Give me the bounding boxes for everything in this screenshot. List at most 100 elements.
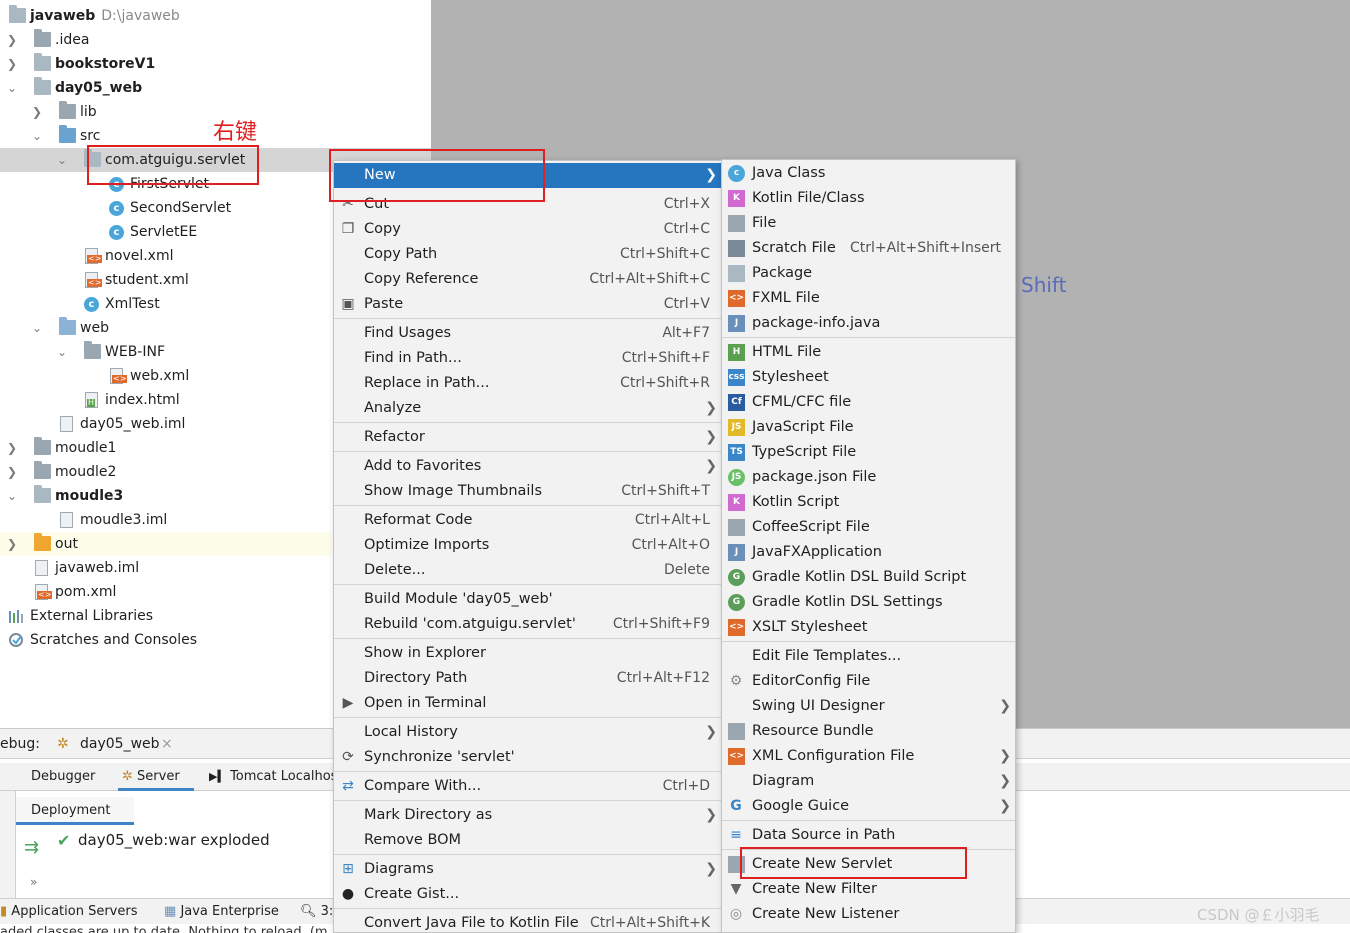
tree-item-label: XmlTest [105, 296, 160, 312]
submenu-item-fxml-file[interactable]: <> FXML File [722, 286, 1015, 311]
submenu-item-google-guice[interactable]: G Google Guice ❯ [722, 794, 1015, 819]
menu-item-refactor[interactable]: Refactor ❯ [334, 425, 721, 450]
menu-item-mark-directory[interactable]: Mark Directory as ❯ [334, 803, 721, 828]
tool-tab-find[interactable]: 🔍︎ 3: [300, 899, 333, 925]
chevron-right-icon: ❯ [999, 798, 1011, 814]
menu-item-remove-bom[interactable]: Remove BOM [334, 828, 721, 853]
chevron-down-icon[interactable]: ⌄ [55, 148, 69, 172]
submenu-item-label: Google Guice [752, 798, 850, 814]
chevron-right-icon[interactable]: ❯ [5, 28, 19, 52]
tree-item-out[interactable]: ❯ out [0, 532, 332, 556]
submenu-item-html-file[interactable]: H HTML File [722, 340, 1015, 365]
chevron-down-icon[interactable]: ⌄ [5, 76, 19, 100]
menu-item-copy[interactable]: ❐ Copy Ctrl+C [334, 217, 721, 242]
submenu-item-cfml[interactable]: Cf CFML/CFC file [722, 390, 1015, 415]
menu-item-local-history[interactable]: Local History ❯ [334, 720, 721, 745]
menu-item-directory-path[interactable]: Directory Path Ctrl+Alt+F12 [334, 666, 721, 691]
submenu-item-javascript-file[interactable]: JS JavaScript File [722, 415, 1015, 440]
chevron-down-icon[interactable]: ⌄ [5, 484, 19, 508]
chevron-right-icon[interactable]: ❯ [5, 460, 19, 484]
tab-deployment[interactable]: Deployment [16, 797, 134, 825]
more-icon[interactable]: » [30, 875, 37, 889]
submenu-item-kotlin-script[interactable]: K Kotlin Script [722, 490, 1015, 515]
menu-item-create-gist[interactable]: ● Create Gist... [334, 882, 721, 907]
submenu-item-resource-bundle[interactable]: Resource Bundle [722, 719, 1015, 744]
submenu-item-package-info[interactable]: Jpackage-info.java [722, 311, 1015, 336]
submenu-item-typescript-file[interactable]: TS TypeScript File [722, 440, 1015, 465]
menu-item-compare-with[interactable]: ⇄ Compare With... Ctrl+D [334, 774, 721, 799]
tab-debugger[interactable]: Debugger [31, 763, 95, 791]
submenu-item-create-filter[interactable]: ▼ Create New Filter [722, 877, 1015, 902]
xml-file-icon [85, 272, 103, 288]
submenu-item-diagram[interactable]: Diagram ❯ [722, 769, 1015, 794]
menu-item-open-in-terminal[interactable]: ▶ Open in Terminal [334, 691, 721, 716]
submenu-item-xml-config[interactable]: <> XML Configuration File ❯ [722, 744, 1015, 769]
menu-item-rebuild[interactable]: Rebuild 'com.atguigu.servlet' Ctrl+Shift+… [334, 612, 721, 637]
tree-root[interactable]: javaweb D:\javaweb [0, 4, 431, 28]
menu-item-reformat-code[interactable]: Reformat Code Ctrl+Alt+L [334, 508, 721, 533]
annotation-right-click-text: 右键 [213, 120, 258, 145]
chevron-right-icon[interactable]: ❯ [5, 436, 19, 460]
menu-item-find-usages[interactable]: Find Usages Alt+F7 [334, 321, 721, 346]
submenu-item-editorconfig[interactable]: ⚙ EditorConfig File [722, 669, 1015, 694]
tab-server[interactable]: ✲ Server [118, 763, 194, 791]
tree-item-day05-web[interactable]: ⌄ day05_web [0, 76, 431, 100]
menu-item-copy-reference[interactable]: Copy Reference Ctrl+Alt+Shift+C [334, 267, 721, 292]
submenu-item-scratch-file[interactable]: Scratch File Ctrl+Alt+Shift+Insert [722, 236, 1015, 261]
deploy-icon[interactable]: ⇉ [24, 837, 39, 858]
submenu-item-label: Scratch File [752, 240, 836, 256]
chevron-right-icon[interactable]: ❯ [5, 52, 19, 76]
submenu-item-java-class[interactable]: c Java Class [722, 161, 1015, 186]
submenu-item-stylesheet[interactable]: css Stylesheet [722, 365, 1015, 390]
menu-item-find-in-path[interactable]: Find in Path... Ctrl+Shift+F [334, 346, 721, 371]
submenu-item-create-listener[interactable]: ◎ Create New Listener [722, 902, 1015, 927]
tree-item-bookstore[interactable]: ❯ bookstoreV1 [0, 52, 431, 76]
menu-item-convert-kotlin[interactable]: Convert Java File to Kotlin File Ctrl+Alt… [334, 911, 721, 933]
submenu-item-kotlin-file[interactable]: K Kotlin File/Class [722, 186, 1015, 211]
submenu-item-gradle-build[interactable]: G Gradle Kotlin DSL Build Script [722, 565, 1015, 590]
submenu-item-gradle-settings[interactable]: G Gradle Kotlin DSL Settings [722, 590, 1015, 615]
menu-item-delete[interactable]: Delete... Delete [334, 558, 721, 583]
submenu-item-edit-templates[interactable]: Edit File Templates... [722, 644, 1015, 669]
submenu-item-xslt[interactable]: <> XSLT Stylesheet [722, 615, 1015, 640]
menu-item-copy-path[interactable]: Copy Path Ctrl+Shift+C [334, 242, 721, 267]
tool-tab-java-enterprise[interactable]: ▦ Java Enterprise [164, 899, 279, 925]
submenu-item-file[interactable]: File [722, 211, 1015, 236]
annotation-box-package [87, 145, 259, 185]
menu-item-add-to-favorites[interactable]: Add to Favorites ❯ [334, 454, 721, 479]
menu-item-synchronize[interactable]: ⟳ Synchronize 'servlet' [334, 745, 721, 770]
tree-item-idea[interactable]: ❯ .idea [0, 28, 431, 52]
menu-item-shortcut: Ctrl+V [663, 296, 710, 312]
tool-tab-app-servers[interactable]: ▮ Application Servers [0, 899, 137, 925]
menu-item-shortcut: Ctrl+Alt+O [631, 537, 710, 553]
submenu-item-coffeescript[interactable]: CoffeeScript File [722, 515, 1015, 540]
menu-item-optimize-imports[interactable]: Optimize Imports Ctrl+Alt+O [334, 533, 721, 558]
chevron-down-icon[interactable]: ⌄ [30, 124, 44, 148]
kotlin-file-icon: K [728, 190, 745, 207]
tool-tab-label: 3: [320, 904, 334, 919]
menu-item-label: Show Image Thumbnails [364, 483, 543, 499]
menu-item-show-in-explorer[interactable]: Show in Explorer [334, 641, 721, 666]
menu-item-show-thumbnails[interactable]: Show Image Thumbnails Ctrl+Shift+T [334, 479, 721, 504]
close-icon[interactable]: × [161, 729, 173, 759]
menu-item-analyze[interactable]: Analyze ❯ [334, 396, 721, 421]
chevron-down-icon[interactable]: ⌄ [30, 316, 44, 340]
chevron-right-icon[interactable]: ❯ [5, 532, 19, 556]
submenu-item-swing-designer[interactable]: Swing UI Designer ❯ [722, 694, 1015, 719]
chevron-down-icon[interactable]: ⌄ [55, 340, 69, 364]
folder-icon [34, 461, 51, 479]
menu-item-build-module[interactable]: Build Module 'day05_web' [334, 587, 721, 612]
submenu-item-javafx-app[interactable]: J JavaFXApplication [722, 540, 1015, 565]
menu-item-diagrams[interactable]: ⊞ Diagrams ❯ [334, 857, 721, 882]
chevron-right-icon[interactable]: ❯ [30, 100, 44, 124]
artifact-item[interactable]: day05_web:war exploded [78, 831, 270, 849]
tab-tomcat-log[interactable]: ▶▍ Tomcat Localhos [209, 763, 337, 791]
submenu-item-package[interactable]: Package [722, 261, 1015, 286]
submenu-item-data-source[interactable]: ≡ Data Source in Path [722, 823, 1015, 848]
menu-item-paste[interactable]: ▣ Paste Ctrl+V [334, 292, 721, 317]
menu-item-label: Open in Terminal [364, 695, 487, 711]
menu-separator [334, 717, 721, 718]
submenu-item-package-json[interactable]: JS package.json File [722, 465, 1015, 490]
menu-item-replace-in-path[interactable]: Replace in Path... Ctrl+Shift+R [334, 371, 721, 396]
debug-config-tab[interactable]: day05_web [80, 729, 160, 759]
